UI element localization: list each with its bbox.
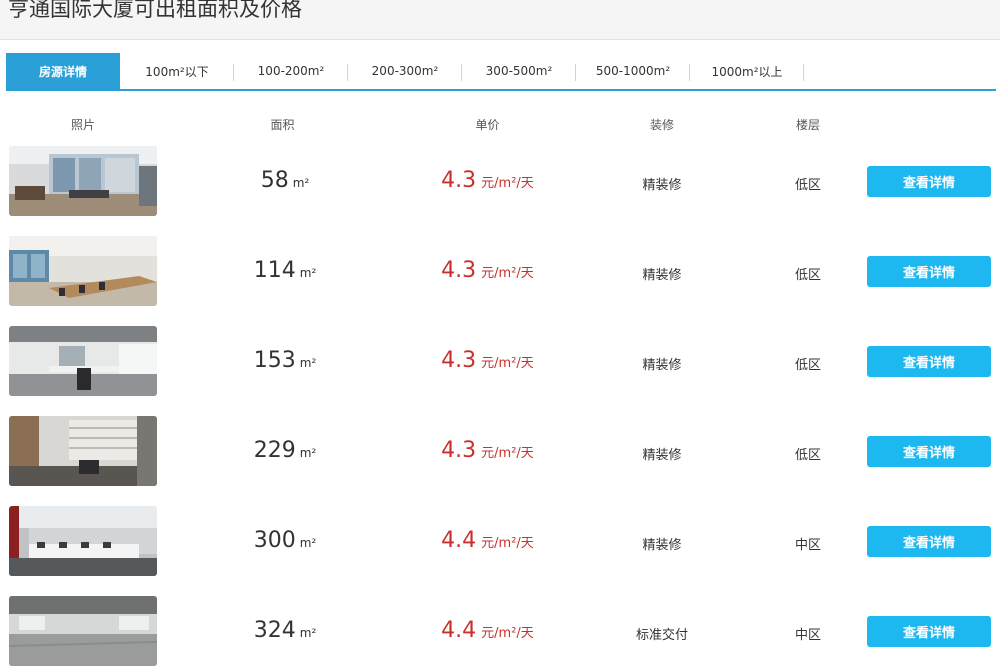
area-value: 300 bbox=[253, 528, 296, 553]
view-details-button[interactable]: 查看详情 bbox=[867, 436, 991, 467]
listing-area: 114 m² bbox=[200, 258, 370, 283]
price-unit: 元/m²/天 bbox=[481, 266, 534, 281]
view-details-button[interactable]: 查看详情 bbox=[867, 166, 991, 197]
area-unit: m² bbox=[299, 356, 317, 370]
listing-photo[interactable] bbox=[9, 506, 157, 576]
tab-over-1000[interactable]: 1000m²以上 bbox=[690, 53, 804, 89]
listing-price: 4.3 元/m²/天 bbox=[395, 438, 580, 463]
listing-area: 229 m² bbox=[200, 438, 370, 463]
listing-price: 4.4 元/m²/天 bbox=[395, 618, 580, 643]
listing-area: 153 m² bbox=[200, 348, 370, 373]
view-details-button[interactable]: 查看详情 bbox=[867, 616, 991, 647]
listing-row: 114 m² 4.3 元/m²/天 精装修 低区 查看详情 bbox=[0, 236, 1000, 308]
price-value: 4.3 bbox=[441, 168, 477, 193]
listing-photo[interactable] bbox=[9, 326, 157, 396]
price-unit: 元/m²/天 bbox=[481, 176, 534, 191]
area-value: 324 bbox=[253, 618, 296, 643]
listing-price: 4.3 元/m²/天 bbox=[395, 258, 580, 283]
listing-price: 4.3 元/m²/天 bbox=[395, 348, 580, 373]
price-unit: 元/m²/天 bbox=[481, 536, 534, 551]
view-details-button[interactable]: 查看详情 bbox=[867, 346, 991, 377]
listing-floor: 中区 bbox=[794, 538, 821, 553]
listing-floor: 低区 bbox=[794, 178, 821, 193]
listing-area: 324 m² bbox=[200, 618, 370, 643]
area-value: 153 bbox=[253, 348, 296, 373]
listing-decor: 精装修 bbox=[642, 358, 682, 373]
view-details-button[interactable]: 查看详情 bbox=[867, 526, 991, 557]
area-unit: m² bbox=[299, 626, 317, 640]
size-filter-tabs: 房源详情 100m²以下 100-200m² 200-300m² 300-500… bbox=[6, 53, 996, 91]
tab-200-300[interactable]: 200-300m² bbox=[348, 53, 462, 89]
listing-photo[interactable] bbox=[9, 146, 157, 216]
price-value: 4.3 bbox=[441, 348, 477, 373]
price-unit: 元/m²/天 bbox=[481, 626, 534, 641]
tab-300-500[interactable]: 300-500m² bbox=[462, 53, 576, 89]
listing-decor: 精装修 bbox=[642, 178, 682, 193]
area-value: 114 bbox=[253, 258, 296, 283]
listing-decor: 精装修 bbox=[642, 538, 682, 553]
area-unit: m² bbox=[299, 446, 317, 460]
area-unit: m² bbox=[299, 536, 317, 550]
tab-100-200[interactable]: 100-200m² bbox=[234, 53, 348, 89]
listing-row: 300 m² 4.4 元/m²/天 精装修 中区 查看详情 bbox=[0, 506, 1000, 578]
listing-row: 229 m² 4.3 元/m²/天 精装修 低区 查看详情 bbox=[0, 416, 1000, 488]
listing-floor: 中区 bbox=[794, 628, 821, 643]
page-title: 亨通国际大厦可出租面积及价格 bbox=[8, 0, 302, 21]
price-value: 4.4 bbox=[441, 618, 477, 643]
column-header-area: 面积 bbox=[270, 118, 295, 132]
listing-area: 58 m² bbox=[200, 168, 370, 193]
listing-decor: 精装修 bbox=[642, 448, 682, 463]
price-unit: 元/m²/天 bbox=[481, 446, 534, 461]
price-unit: 元/m²/天 bbox=[481, 356, 534, 371]
listing-photo[interactable] bbox=[9, 596, 157, 666]
view-details-button[interactable]: 查看详情 bbox=[867, 256, 991, 287]
area-value: 229 bbox=[253, 438, 296, 463]
listing-row: 153 m² 4.3 元/m²/天 精装修 低区 查看详情 bbox=[0, 326, 1000, 398]
tab-500-1000[interactable]: 500-1000m² bbox=[576, 53, 690, 89]
column-header-decor: 装修 bbox=[649, 118, 674, 132]
area-unit: m² bbox=[292, 176, 310, 190]
area-unit: m² bbox=[299, 266, 317, 280]
listing-price: 4.4 元/m²/天 bbox=[395, 528, 580, 553]
listing-floor: 低区 bbox=[794, 448, 821, 463]
listing-photo[interactable] bbox=[9, 416, 157, 486]
listing-photo[interactable] bbox=[9, 236, 157, 306]
listing-decor: 精装修 bbox=[642, 268, 682, 283]
listing-floor: 低区 bbox=[794, 358, 821, 373]
price-value: 4.3 bbox=[441, 438, 477, 463]
page-header: 亨通国际大厦可出租面积及价格 bbox=[0, 0, 1000, 40]
listing-area: 300 m² bbox=[200, 528, 370, 553]
tab-under-100[interactable]: 100m²以下 bbox=[120, 53, 234, 89]
price-value: 4.4 bbox=[441, 528, 477, 553]
listing-price: 4.3 元/m²/天 bbox=[395, 168, 580, 193]
listing-floor: 低区 bbox=[794, 268, 821, 283]
listing-row: 58 m² 4.3 元/m²/天 精装修 低区 查看详情 bbox=[0, 146, 1000, 218]
listing-decor: 标准交付 bbox=[635, 628, 688, 643]
column-header-floor: 楼层 bbox=[795, 118, 820, 132]
area-value: 58 bbox=[260, 168, 289, 193]
listing-row: 324 m² 4.4 元/m²/天 标准交付 中区 查看详情 bbox=[0, 596, 1000, 666]
column-header-photo: 照片 bbox=[70, 118, 95, 132]
tab-listing-details[interactable]: 房源详情 bbox=[6, 53, 120, 89]
column-header-price: 单价 bbox=[475, 118, 500, 132]
price-value: 4.3 bbox=[441, 258, 477, 283]
